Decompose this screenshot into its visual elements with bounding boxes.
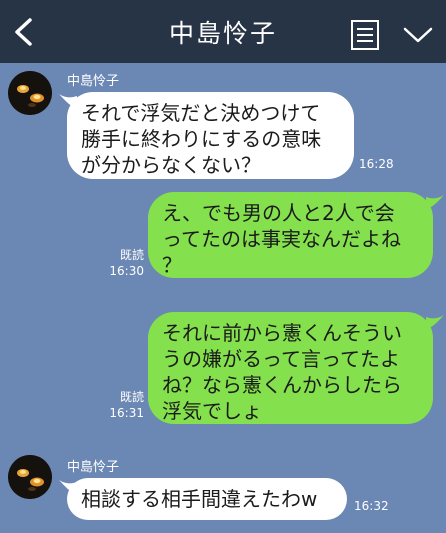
message-time: 16:28: [359, 157, 394, 171]
sender-name: 中島怜子: [67, 74, 120, 89]
message-time: 16:31: [109, 406, 144, 420]
message-line: ね？なら憲くんからしたら: [162, 373, 402, 397]
menu-list-icon[interactable]: [350, 19, 380, 51]
message-bubble-incoming[interactable]: それで浮気だと決めつけて 勝手に終わりにするの意味 が分からなくない？: [67, 92, 354, 179]
message-line: うの嫌がるって言ってたよ: [162, 347, 400, 371]
message-line: それに前から憲くんそうい: [162, 321, 402, 345]
avatar[interactable]: [8, 455, 52, 499]
message-line: 相談する相手間違えたわw: [81, 487, 318, 511]
bubble-tail: [426, 195, 444, 209]
message-time: 16:32: [354, 499, 389, 513]
message-bubble-incoming[interactable]: 相談する相手間違えたわw: [67, 478, 347, 520]
avatar[interactable]: [8, 71, 52, 115]
bubble-tail: [426, 315, 444, 329]
read-label: 既読: [119, 390, 144, 404]
read-label: 既読: [119, 248, 144, 262]
lotus-lantern-icon: [8, 455, 52, 499]
message-line: それで浮気だと決めつけて: [81, 101, 321, 125]
chat-header: 中島怜子: [0, 0, 446, 63]
read-receipt: 既読 16:31: [108, 389, 144, 421]
message-line: え、でも男の人と2人で会: [162, 201, 395, 225]
message-line: 勝手に終わりにするの意味: [81, 127, 322, 151]
message-line: 浮気でしょ: [162, 399, 262, 423]
message-line: ？: [162, 253, 182, 277]
message-line: が分からなくない？: [81, 153, 261, 177]
message-bubble-outgoing[interactable]: え、でも男の人と2人で会 ってたのは事実なんだよね ？: [148, 192, 433, 278]
chevron-down-icon[interactable]: [402, 25, 434, 45]
message-bubble-outgoing[interactable]: それに前から憲くんそうい うの嫌がるって言ってたよ ね？なら憲くんからしたら 浮…: [148, 312, 433, 424]
message-time: 16:30: [109, 264, 144, 278]
sender-name: 中島怜子: [67, 460, 120, 475]
lotus-lantern-icon: [8, 71, 52, 115]
message-line: ってたのは事実なんだよね: [162, 227, 401, 251]
read-receipt: 既読 16:30: [108, 247, 144, 279]
